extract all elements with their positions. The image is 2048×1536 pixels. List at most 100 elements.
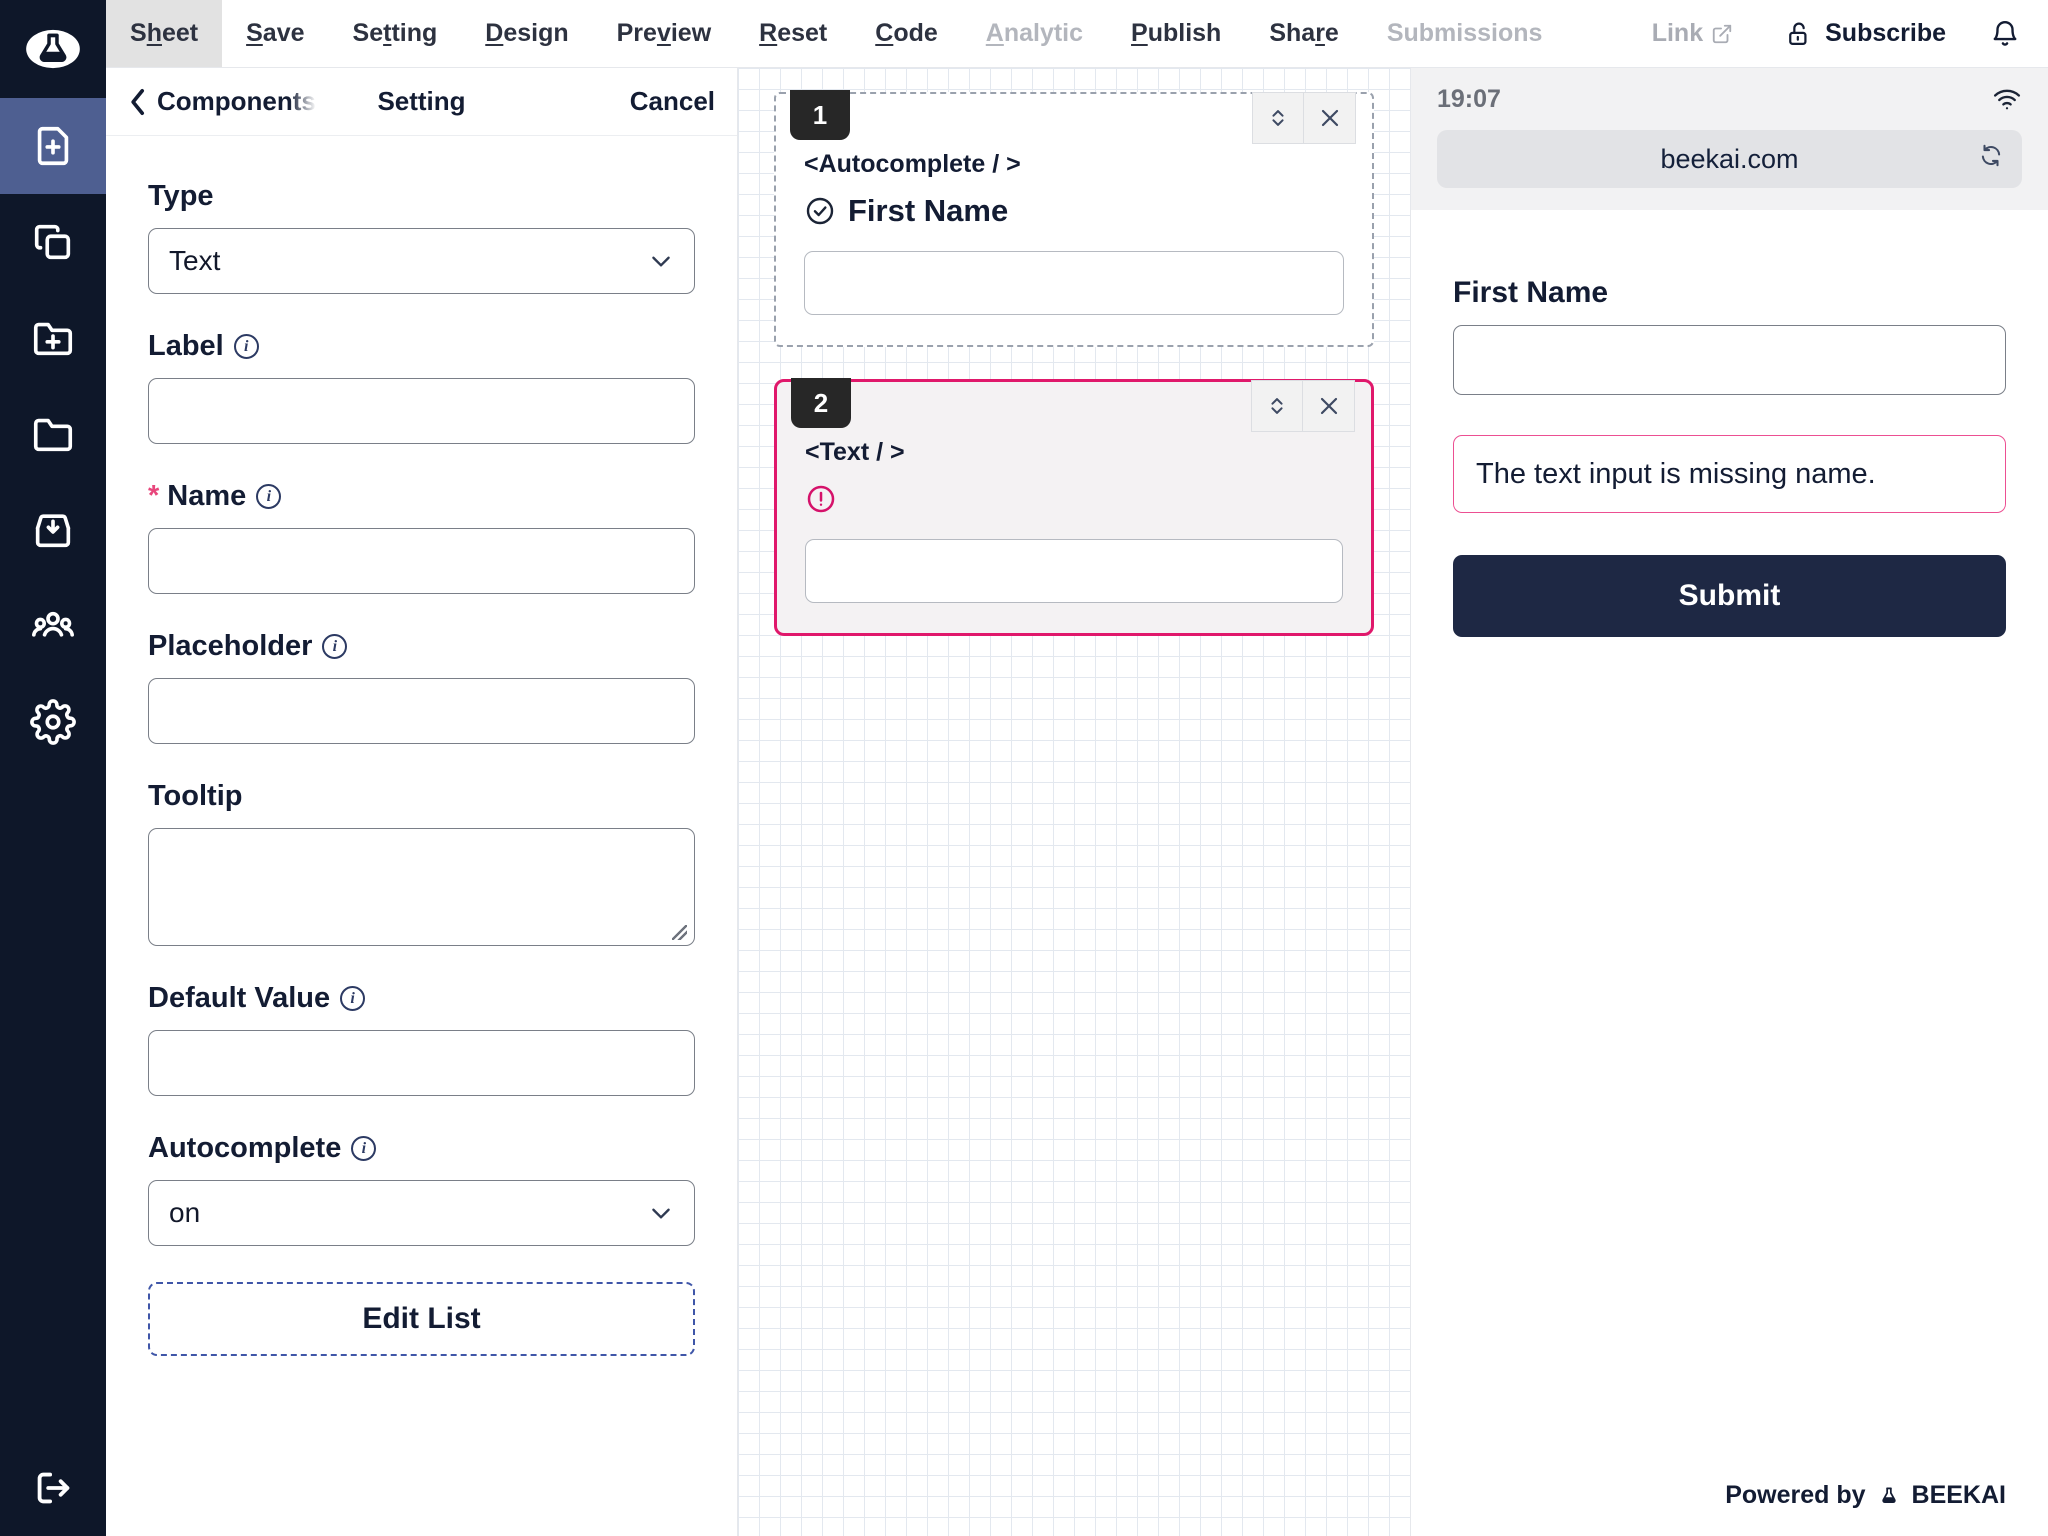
settings-fields-scroll[interactable]: Type Text Label i * Name i Placeholder i…: [106, 136, 737, 1536]
field-label-default-value: Default Value i: [148, 982, 695, 1015]
menu-item-preview[interactable]: Pre v iew: [593, 0, 736, 67]
card-input[interactable]: [804, 251, 1344, 315]
up-down-chevron-icon: [1272, 110, 1284, 126]
sidebar-item-folder[interactable]: [0, 386, 106, 482]
subscribe-button[interactable]: Subscribe: [1759, 0, 1972, 67]
field-default-value-group: Default Value i: [148, 982, 695, 1096]
preview-first-name-input[interactable]: [1453, 325, 2006, 395]
delete-button[interactable]: [1304, 92, 1356, 144]
reorder-button[interactable]: [1252, 92, 1304, 144]
field-label-label: Label i: [148, 330, 695, 363]
card-component-tag: <Autocomplete / >: [804, 150, 1021, 178]
check-circle-icon: [806, 197, 834, 225]
name-input[interactable]: [148, 528, 695, 594]
menu-item-sheet[interactable]: Sh eet: [106, 0, 223, 67]
sidebar-item-new-folder[interactable]: [0, 290, 106, 386]
menu-item-submissions: Submissions: [1386, 19, 1543, 47]
phone-time: 19:07: [1437, 84, 1501, 113]
card-index-badge: 1: [790, 90, 850, 140]
field-label-name: * Name i: [148, 480, 695, 513]
sidebar-item-team[interactable]: [0, 578, 106, 674]
edit-list-button[interactable]: Edit List: [148, 1282, 695, 1356]
field-label-type: Type: [148, 180, 695, 213]
autocomplete-select-value: on: [169, 1197, 201, 1228]
sidebar-item-logout[interactable]: [0, 1440, 106, 1536]
label-text: Tooltip: [148, 780, 243, 812]
sidebar-item-new-file[interactable]: [0, 98, 106, 194]
card-input[interactable]: [805, 539, 1343, 603]
preview-form-body: First Name The text input is missing nam…: [1411, 210, 2048, 1481]
label-text: Name: [167, 480, 247, 512]
gear-icon: [30, 699, 76, 745]
type-select-value: Text: [169, 245, 221, 276]
field-name-group: * Name i: [148, 480, 695, 594]
info-icon[interactable]: i: [322, 634, 348, 659]
back-to-components-button[interactable]: Components: [128, 86, 316, 117]
field-tooltip-group: Tooltip: [148, 780, 695, 946]
card-tools: [1252, 92, 1356, 144]
menu-item-code[interactable]: Code: [851, 0, 962, 67]
notifications-button[interactable]: [1972, 0, 2048, 67]
close-icon: [1320, 397, 1337, 415]
main-area: Sh eet Save Se t ting Design Pre v iew Reset …: [106, 0, 2048, 1536]
default-value-input[interactable]: [148, 1030, 695, 1096]
field-autocomplete-group: Autocomplete i on: [148, 1132, 695, 1246]
link-button[interactable]: Link: [1626, 0, 1759, 67]
subscribe-label: Subscribe: [1825, 19, 1946, 47]
preview-footer: Powered by BEEKAI: [1411, 1481, 2048, 1536]
label-text: Type: [148, 180, 214, 212]
cancel-button[interactable]: Cancel: [630, 86, 715, 117]
left-nav-rail: [0, 0, 106, 1536]
preview-submit-button[interactable]: Submit: [1453, 555, 2006, 637]
card-tools: [1251, 380, 1355, 432]
info-icon[interactable]: i: [256, 484, 282, 509]
phone-url-text: beekai.com: [1660, 143, 1799, 174]
canvas-card-2[interactable]: 2 <Text / >: [774, 378, 1374, 636]
card-label-row: First Name: [804, 191, 1344, 231]
top-menu-bar: Sh eet Save Se t ting Design Pre v iew Reset …: [106, 0, 2048, 68]
menu-item-reset[interactable]: Reset: [735, 0, 851, 67]
menu-item-setting[interactable]: Se t ting: [329, 0, 462, 67]
bell-icon: [1993, 20, 2017, 46]
app-root: Sh eet Save Se t ting Design Pre v iew Reset …: [0, 0, 2048, 1536]
chevron-down-icon: [652, 256, 670, 267]
new-file-icon: [37, 126, 69, 166]
menu-item-design[interactable]: Design: [461, 0, 592, 67]
label-input[interactable]: [148, 378, 695, 444]
menu-item-save[interactable]: Save: [222, 0, 328, 67]
info-icon[interactable]: i: [340, 986, 366, 1011]
menu-right-group: Link Subscribe: [1626, 0, 2048, 67]
back-label: Components: [157, 86, 316, 116]
menu-item-analytic: Analytic: [985, 19, 1084, 47]
wifi-icon: [1993, 89, 2021, 110]
delete-button[interactable]: [1303, 380, 1355, 432]
card-label: First Name: [848, 193, 1009, 228]
unlock-icon: [1789, 22, 1807, 45]
sidebar-item-inbox[interactable]: [0, 482, 106, 578]
info-icon[interactable]: i: [233, 334, 259, 359]
form-canvas[interactable]: 1 <Autocomplete / > First Name 2 <Text /…: [738, 68, 1410, 1536]
refresh-icon: [1981, 144, 2001, 167]
new-folder-icon: [33, 322, 73, 356]
brand-name: BEEKAI: [1911, 1481, 2006, 1509]
menu-item-publish[interactable]: Publish: [1107, 0, 1245, 67]
sidebar-item-settings[interactable]: [0, 674, 106, 770]
info-icon[interactable]: i: [351, 1136, 377, 1161]
flask-logo-icon: [26, 29, 80, 69]
alert-circle-icon: [807, 485, 835, 513]
preview-error-message: The text input is missing name.: [1453, 435, 2006, 513]
chevron-left-icon: [131, 88, 145, 115]
flask-logo-icon: [1881, 1486, 1896, 1503]
phone-address-bar[interactable]: beekai.com: [1437, 130, 2022, 188]
sidebar-item-duplicate[interactable]: [0, 194, 106, 290]
placeholder-input[interactable]: [148, 678, 695, 744]
tooltip-textarea[interactable]: [148, 828, 695, 946]
menu-item-share[interactable]: Sha r e: [1245, 0, 1363, 67]
close-icon: [1321, 109, 1338, 127]
brand-logo[interactable]: [0, 0, 106, 98]
reorder-button[interactable]: [1251, 380, 1303, 432]
type-select[interactable]: Text: [148, 228, 695, 294]
canvas-card-1[interactable]: 1 <Autocomplete / > First Name: [774, 90, 1374, 347]
autocomplete-select[interactable]: on: [148, 1180, 695, 1246]
refresh-button[interactable]: [1978, 143, 2004, 176]
